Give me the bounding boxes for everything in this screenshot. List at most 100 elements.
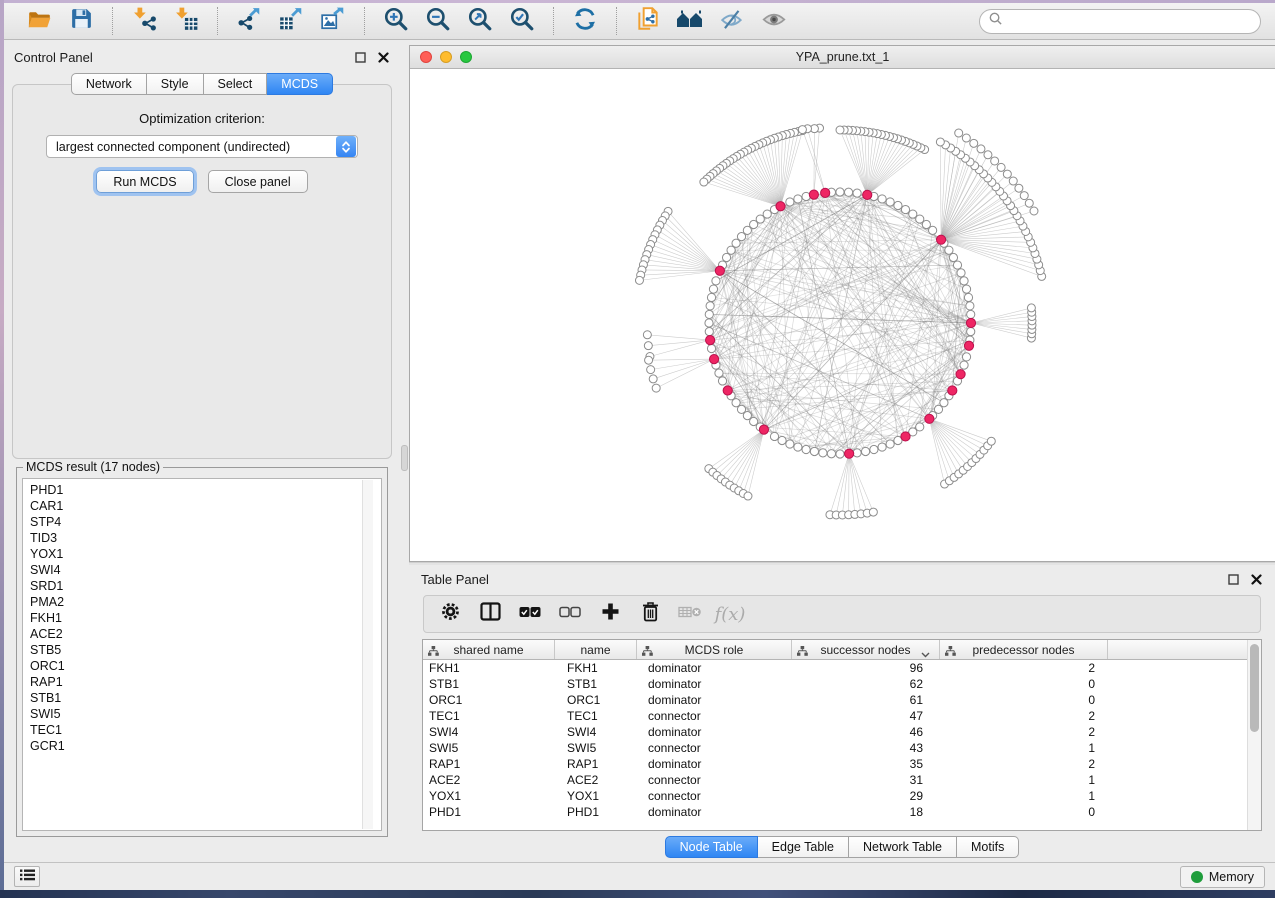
list-item[interactable]: TEC1 (30, 722, 381, 738)
network-node[interactable] (966, 302, 974, 310)
network-node[interactable] (962, 134, 970, 142)
network-node[interactable] (957, 269, 965, 277)
list-item[interactable]: ORC1 (30, 658, 381, 674)
list-item[interactable]: FKH1 (30, 610, 381, 626)
network-node[interactable] (786, 198, 794, 206)
zoom-out-button[interactable] (417, 5, 459, 37)
network-node[interactable] (955, 129, 963, 137)
network-node[interactable] (1027, 304, 1035, 312)
mcds-list-scrollbar[interactable] (362, 480, 373, 829)
hide-selected-button[interactable] (711, 5, 753, 37)
network-node[interactable] (778, 436, 786, 444)
network-node[interactable] (836, 450, 844, 458)
network-node[interactable] (649, 375, 657, 383)
function-builder-button[interactable]: f(x) (712, 599, 748, 629)
mcds-hub-node[interactable] (723, 386, 732, 395)
list-item[interactable]: GCR1 (30, 738, 381, 754)
close-table-panel-button[interactable] (1249, 572, 1263, 586)
export-network-button[interactable] (228, 5, 270, 37)
network-node[interactable] (794, 195, 802, 203)
list-item[interactable]: PMA2 (30, 594, 381, 610)
list-item[interactable]: PHD1 (30, 482, 381, 498)
open-file-button[interactable] (18, 5, 60, 37)
network-node[interactable] (870, 445, 878, 453)
table-row[interactable]: TEC1TEC1connector472 (423, 708, 1247, 724)
network-node[interactable] (977, 145, 985, 153)
import-table-button[interactable] (165, 5, 207, 37)
table-scrollbar[interactable] (1247, 640, 1261, 830)
mcds-hub-node[interactable] (956, 370, 965, 379)
network-node[interactable] (967, 327, 975, 335)
network-node[interactable] (705, 319, 713, 327)
network-node[interactable] (705, 310, 713, 318)
network-node[interactable] (827, 450, 835, 458)
network-node[interactable] (886, 440, 894, 448)
list-item[interactable]: TID3 (30, 530, 381, 546)
network-node[interactable] (1020, 192, 1028, 200)
network-node[interactable] (1003, 170, 1011, 178)
network-node[interactable] (798, 126, 806, 134)
column-header-name[interactable]: name (555, 640, 637, 659)
network-node[interactable] (652, 384, 660, 392)
column-header-shared-name[interactable]: shared name (423, 640, 555, 659)
table-row[interactable]: ACE2ACE2connector311 (423, 772, 1247, 788)
mcds-hub-node[interactable] (936, 235, 945, 244)
column-header-successor-nodes[interactable]: successor nodes (792, 640, 940, 659)
mcds-hub-node[interactable] (964, 341, 973, 350)
mcds-hub-node[interactable] (966, 318, 975, 327)
network-node[interactable] (732, 239, 740, 247)
search-box[interactable] (979, 9, 1261, 34)
mcds-hub-node[interactable] (809, 190, 818, 199)
split-panel-button[interactable] (472, 599, 508, 629)
tab-select[interactable]: Select (204, 73, 268, 95)
mcds-hub-node[interactable] (845, 449, 854, 458)
network-node[interactable] (794, 443, 802, 451)
delete-column-button[interactable] (632, 599, 668, 629)
network-node[interactable] (853, 449, 861, 457)
tab-style[interactable]: Style (147, 73, 204, 95)
table-row[interactable]: RAP1RAP1dominator352 (423, 756, 1247, 772)
list-item[interactable]: CAR1 (30, 498, 381, 514)
network-node[interactable] (1030, 207, 1038, 215)
tab-edge-table[interactable]: Edge Table (758, 836, 849, 858)
task-history-button[interactable] (14, 866, 40, 887)
network-node[interactable] (819, 449, 827, 457)
float-panel-button[interactable] (353, 50, 367, 64)
network-canvas[interactable] (410, 69, 1275, 561)
memory-button[interactable]: Memory (1180, 866, 1265, 888)
network-node[interactable] (707, 293, 715, 301)
export-table-button[interactable] (270, 5, 312, 37)
network-node[interactable] (878, 195, 886, 203)
zoom-in-button[interactable] (375, 5, 417, 37)
list-item[interactable]: SWI5 (30, 706, 381, 722)
table-row[interactable]: FKH1FKH1dominator962 (423, 660, 1247, 676)
network-node[interactable] (962, 285, 970, 293)
network-node[interactable] (836, 126, 844, 134)
network-node[interactable] (878, 443, 886, 451)
tab-mcds[interactable]: MCDS (267, 73, 333, 95)
network-node[interactable] (647, 366, 655, 374)
list-item[interactable]: YOX1 (30, 546, 381, 562)
network-node[interactable] (770, 432, 778, 440)
network-node[interactable] (960, 277, 968, 285)
network-node[interactable] (886, 198, 894, 206)
clear-selection-button[interactable] (552, 599, 588, 629)
network-node[interactable] (916, 423, 924, 431)
network-node[interactable] (984, 151, 992, 159)
network-node[interactable] (786, 440, 794, 448)
network-graph[interactable] (410, 69, 1272, 561)
mcds-hub-node[interactable] (709, 355, 718, 364)
table-row[interactable]: SWI5SWI5connector431 (423, 740, 1247, 756)
mcds-hub-node[interactable] (821, 188, 830, 197)
network-node[interactable] (712, 277, 720, 285)
mcds-hub-node[interactable] (759, 425, 768, 434)
mcds-hub-node[interactable] (948, 386, 957, 395)
network-node[interactable] (763, 210, 771, 218)
network-node[interactable] (722, 253, 730, 261)
list-item[interactable]: STB1 (30, 690, 381, 706)
network-node[interactable] (700, 178, 708, 186)
network-node[interactable] (727, 246, 735, 254)
network-node[interactable] (949, 253, 957, 261)
mcds-hub-node[interactable] (863, 190, 872, 199)
zoom-fit-button[interactable] (459, 5, 501, 37)
